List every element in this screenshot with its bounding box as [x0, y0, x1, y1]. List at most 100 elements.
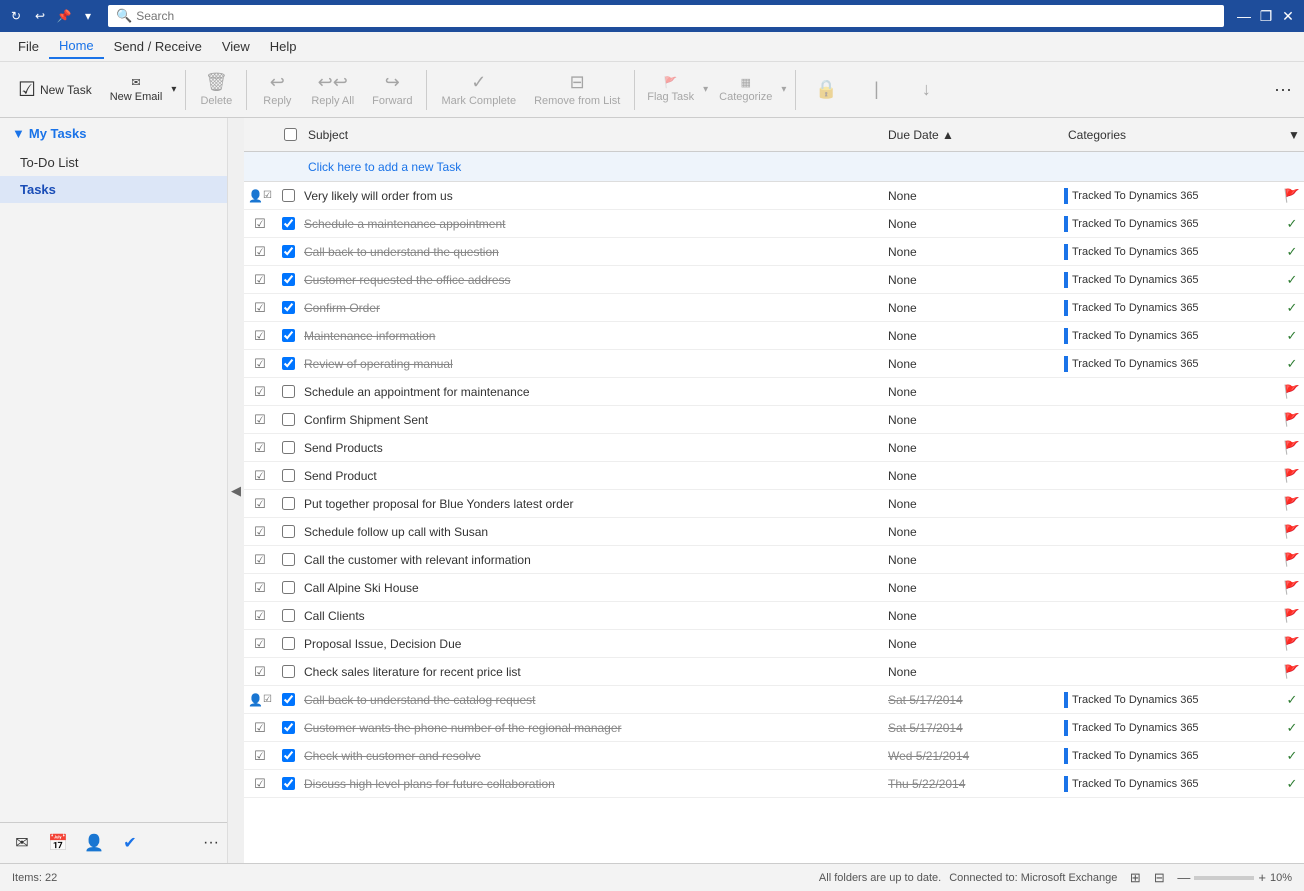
down-arrow-button[interactable]: ↓: [902, 75, 950, 104]
task-row[interactable]: ☑Schedule a maintenance appointmentNoneT…: [244, 210, 1304, 238]
view-btn-2[interactable]: ⊟: [1149, 868, 1169, 888]
task-flag[interactable]: 🚩: [1280, 468, 1304, 484]
zoom-in-btn[interactable]: +: [1258, 870, 1266, 885]
task-flag[interactable]: 🚩: [1280, 440, 1304, 456]
task-row[interactable]: ☑Customer wants the phone number of the …: [244, 714, 1304, 742]
col-categories[interactable]: Categories: [1060, 128, 1280, 142]
col-filter[interactable]: ▼: [1280, 128, 1304, 142]
task-flag[interactable]: ✓: [1280, 692, 1304, 708]
sidebar-item-todo[interactable]: To-Do List: [0, 149, 227, 176]
task-checkbox-input[interactable]: [282, 777, 295, 790]
task-row[interactable]: ☑Schedule follow up call with SusanNone🚩: [244, 518, 1304, 546]
dropdown-btn[interactable]: ▾: [80, 8, 96, 24]
search-bar[interactable]: 🔍: [108, 5, 1224, 27]
task-row[interactable]: ☑Check with customer and resolveWed 5/21…: [244, 742, 1304, 770]
task-flag[interactable]: ✓: [1280, 300, 1304, 316]
task-flag[interactable]: 🚩: [1280, 384, 1304, 400]
task-checkbox-input[interactable]: [282, 609, 295, 622]
task-flag[interactable]: 🚩: [1280, 496, 1304, 512]
task-checkbox-input[interactable]: [282, 189, 295, 202]
task-flag[interactable]: 🚩: [1280, 664, 1304, 680]
task-row[interactable]: ☑Discuss high level plans for future col…: [244, 770, 1304, 798]
refresh-btn[interactable]: ↻: [8, 8, 24, 24]
task-checkbox[interactable]: [276, 273, 300, 286]
task-checkbox[interactable]: [276, 217, 300, 230]
task-checkbox-input[interactable]: [282, 553, 295, 566]
collapse-handle[interactable]: ◀: [228, 118, 244, 863]
close-btn[interactable]: ✕: [1280, 8, 1296, 24]
task-row[interactable]: 👤☑Call back to understand the catalog re…: [244, 686, 1304, 714]
task-checkbox[interactable]: [276, 665, 300, 678]
task-checkbox-input[interactable]: [282, 301, 295, 314]
task-checkbox-input[interactable]: [282, 357, 295, 370]
task-flag[interactable]: 🚩: [1280, 412, 1304, 428]
task-row[interactable]: ☑Call ClientsNone🚩: [244, 602, 1304, 630]
task-flag[interactable]: ✓: [1280, 328, 1304, 344]
task-checkbox-input[interactable]: [282, 469, 295, 482]
task-flag[interactable]: 🚩: [1280, 552, 1304, 568]
task-flag[interactable]: 🚩: [1280, 580, 1304, 596]
task-row[interactable]: ☑Check sales literature for recent price…: [244, 658, 1304, 686]
select-all-checkbox[interactable]: [284, 128, 297, 141]
task-checkbox-input[interactable]: [282, 245, 295, 258]
pipe-button[interactable]: |: [852, 75, 900, 104]
task-checkbox[interactable]: [276, 777, 300, 790]
task-checkbox[interactable]: [276, 497, 300, 510]
categorize-button[interactable]: ▦ Categorize: [713, 72, 778, 107]
task-checkbox[interactable]: [276, 525, 300, 538]
task-row[interactable]: ☑Customer requested the office addressNo…: [244, 266, 1304, 294]
sidebar-tasks-icon[interactable]: ✔: [116, 829, 144, 857]
task-checkbox[interactable]: [276, 749, 300, 762]
menu-home[interactable]: Home: [49, 34, 104, 59]
task-flag[interactable]: ✓: [1280, 244, 1304, 260]
task-row[interactable]: ☑Call back to understand the questionNon…: [244, 238, 1304, 266]
reply-all-button[interactable]: ↩↩ Reply All: [303, 68, 362, 111]
task-row[interactable]: ☑Send ProductNone🚩: [244, 462, 1304, 490]
task-row[interactable]: ☑Confirm OrderNoneTracked To Dynamics 36…: [244, 294, 1304, 322]
minimize-btn[interactable]: —: [1236, 8, 1252, 24]
zoom-out-btn[interactable]: —: [1177, 870, 1190, 885]
task-checkbox[interactable]: [276, 301, 300, 314]
categorize-dropdown[interactable]: ▾: [778, 80, 789, 99]
task-flag[interactable]: ✓: [1280, 748, 1304, 764]
task-flag[interactable]: 🚩: [1280, 524, 1304, 540]
new-email-dropdown[interactable]: ▾: [168, 80, 179, 99]
task-checkbox[interactable]: [276, 553, 300, 566]
more-ribbon-button[interactable]: ···: [1270, 75, 1296, 104]
task-checkbox-input[interactable]: [282, 273, 295, 286]
new-task-button[interactable]: ☑ New Task: [8, 71, 102, 108]
task-checkbox-input[interactable]: [282, 693, 295, 706]
task-flag[interactable]: 🚩: [1280, 608, 1304, 624]
col-subject[interactable]: Subject: [300, 128, 880, 142]
task-flag[interactable]: ✓: [1280, 776, 1304, 792]
flag-task-dropdown[interactable]: ▾: [700, 80, 711, 99]
task-row[interactable]: ☑Confirm Shipment SentNone🚩: [244, 406, 1304, 434]
task-row[interactable]: ☑Schedule an appointment for maintenance…: [244, 378, 1304, 406]
new-email-button[interactable]: ✉ New Email: [104, 72, 169, 107]
task-row[interactable]: 👤☑Very likely will order from usNoneTrac…: [244, 182, 1304, 210]
task-flag[interactable]: ✓: [1280, 216, 1304, 232]
forward-button[interactable]: ↪ Forward: [364, 68, 420, 111]
task-checkbox-input[interactable]: [282, 441, 295, 454]
task-checkbox[interactable]: [276, 357, 300, 370]
sidebar-calendar-icon[interactable]: 📅: [44, 829, 72, 857]
task-checkbox[interactable]: [276, 385, 300, 398]
task-flag[interactable]: 🚩: [1280, 636, 1304, 652]
menu-help[interactable]: Help: [260, 35, 307, 58]
task-checkbox[interactable]: [276, 721, 300, 734]
task-checkbox-input[interactable]: [282, 665, 295, 678]
pin-btn[interactable]: 📌: [56, 8, 72, 24]
task-checkbox-input[interactable]: [282, 721, 295, 734]
sidebar-mail-icon[interactable]: ✉: [8, 829, 36, 857]
lock-button[interactable]: 🔒: [802, 75, 850, 104]
menu-view[interactable]: View: [212, 35, 260, 58]
mark-complete-button[interactable]: ✓ Mark Complete: [433, 68, 524, 111]
col-duedate[interactable]: Due Date ▲: [880, 128, 1060, 142]
add-task-text[interactable]: Click here to add a new Task: [300, 160, 880, 174]
search-input[interactable]: [136, 9, 1216, 23]
task-checkbox[interactable]: [276, 189, 300, 202]
menu-file[interactable]: File: [8, 35, 49, 58]
view-btn-1[interactable]: ⊞: [1125, 868, 1145, 888]
task-checkbox-input[interactable]: [282, 217, 295, 230]
flag-task-button[interactable]: 🚩 Flag Task: [641, 72, 700, 107]
